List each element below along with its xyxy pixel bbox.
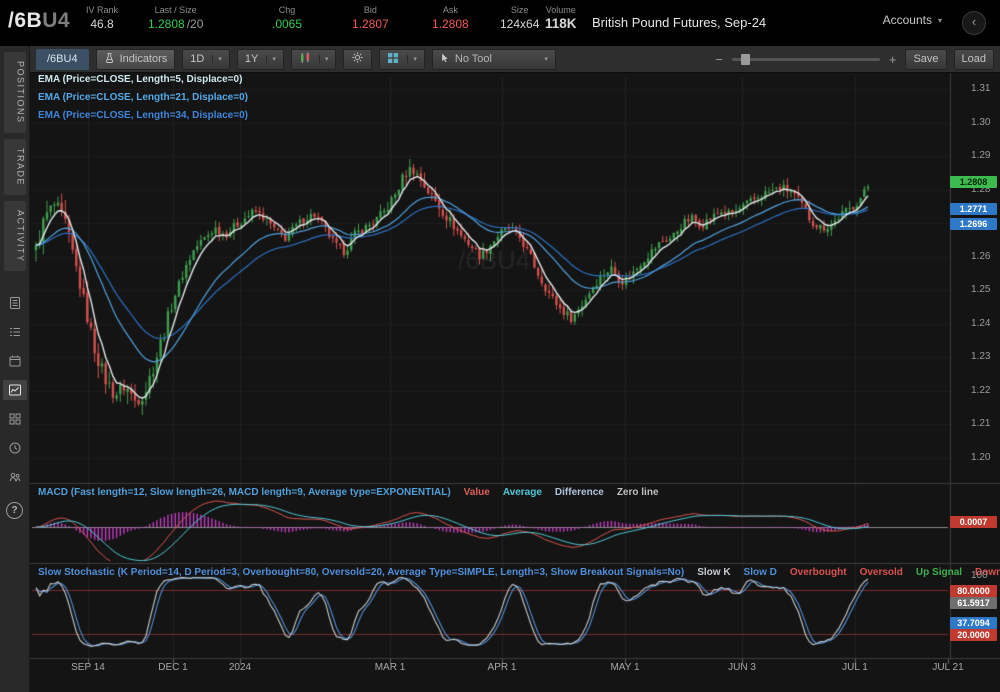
stat-last-size: Last / Size1.2808/20 bbox=[148, 4, 203, 32]
chart-type-dropdown[interactable]: ▾ bbox=[291, 49, 337, 70]
trading-platform-window: /6BU4 IV Rank46.8 Last / Size1.2808/20 Chg… bbox=[0, 0, 1000, 692]
grid-icon[interactable] bbox=[3, 409, 27, 429]
range-dropdown[interactable]: 1Y ▾ bbox=[237, 49, 284, 70]
sidebar-tab-activity[interactable]: ACTIVITY bbox=[4, 201, 26, 272]
drawing-tool-value: No Tool bbox=[455, 53, 539, 65]
accounts-dropdown[interactable]: Accounts ▾ bbox=[883, 13, 942, 27]
chevron-down-icon: ▾ bbox=[938, 16, 942, 25]
chevron-down-icon: ▾ bbox=[544, 55, 548, 63]
timeframe-value: 1D bbox=[190, 53, 204, 65]
accounts-label: Accounts bbox=[883, 13, 932, 27]
symbol-root: /6B bbox=[8, 9, 42, 32]
symbol-expiry: U4 bbox=[42, 9, 70, 32]
drawing-tool-dropdown[interactable]: No Tool ▾ bbox=[432, 49, 556, 70]
candlestick-icon bbox=[299, 52, 311, 67]
load-button[interactable]: Load bbox=[954, 49, 994, 70]
clock-icon[interactable] bbox=[3, 438, 27, 458]
chart-toolbar: /6BU4 Indicators 1D ▾ 1Y ▾ ▾ bbox=[30, 46, 1000, 73]
stat-chg: Chg.0065 bbox=[272, 4, 302, 32]
left-sidebar: POSITIONS TRADE ACTIVITY ? bbox=[0, 46, 30, 692]
chevron-down-icon: ▾ bbox=[266, 55, 276, 63]
indicators-label: Indicators bbox=[120, 53, 168, 65]
chevron-down-icon: ▾ bbox=[319, 55, 329, 63]
instrument-title: British Pound Futures, Sep-24 bbox=[592, 15, 766, 30]
collapse-panel-button[interactable]: ‹ bbox=[962, 11, 986, 35]
gear-icon bbox=[351, 51, 364, 67]
stat-bid: Bid1.2807 bbox=[352, 4, 389, 32]
zoom-in-button[interactable]: + bbox=[887, 52, 899, 67]
calendar-icon[interactable] bbox=[3, 351, 27, 371]
sidebar-tab-trade[interactable]: TRADE bbox=[4, 139, 26, 195]
help-icon[interactable]: ? bbox=[6, 502, 23, 519]
watchlist-icon[interactable] bbox=[3, 322, 27, 342]
cursor-icon bbox=[440, 52, 450, 67]
zoom-slider[interactable] bbox=[732, 58, 880, 61]
zoom-slider-handle[interactable] bbox=[741, 54, 750, 65]
sidebar-icons: ? bbox=[0, 293, 29, 519]
timeframe-dropdown[interactable]: 1D ▾ bbox=[182, 49, 230, 70]
layout-grid-dropdown[interactable]: ▾ bbox=[379, 49, 425, 70]
sidebar-tabs: POSITIONS TRADE ACTIVITY bbox=[0, 52, 29, 271]
document-icon[interactable] bbox=[3, 293, 27, 313]
zoom-out-button[interactable]: − bbox=[713, 52, 725, 67]
sidebar-tab-positions[interactable]: POSITIONS bbox=[4, 52, 26, 133]
stat-volume: Volume118K bbox=[545, 4, 577, 32]
range-value: 1Y bbox=[245, 53, 258, 65]
symbol: /6BU4 bbox=[8, 9, 70, 33]
chart-icon[interactable] bbox=[3, 380, 27, 400]
layout-grid-icon bbox=[387, 52, 399, 67]
chevron-down-icon: ▾ bbox=[407, 55, 417, 63]
chevron-down-icon: ▾ bbox=[212, 55, 222, 63]
save-button[interactable]: Save bbox=[905, 49, 946, 70]
stat-iv-rank: IV Rank46.8 bbox=[86, 4, 118, 32]
chart-symbol-tab[interactable]: /6BU4 bbox=[36, 49, 89, 70]
community-icon[interactable] bbox=[3, 467, 27, 487]
indicators-button[interactable]: Indicators bbox=[96, 49, 176, 70]
quote-header: /6BU4 IV Rank46.8 Last / Size1.2808/20 Chg… bbox=[0, 0, 1000, 46]
price-chart-canvas[interactable] bbox=[30, 73, 1000, 692]
flask-icon bbox=[104, 52, 115, 67]
stat-ask: Ask1.2808 bbox=[432, 4, 469, 32]
chart-settings-button[interactable] bbox=[343, 49, 372, 70]
stat-size: Size124x64 bbox=[500, 4, 539, 32]
